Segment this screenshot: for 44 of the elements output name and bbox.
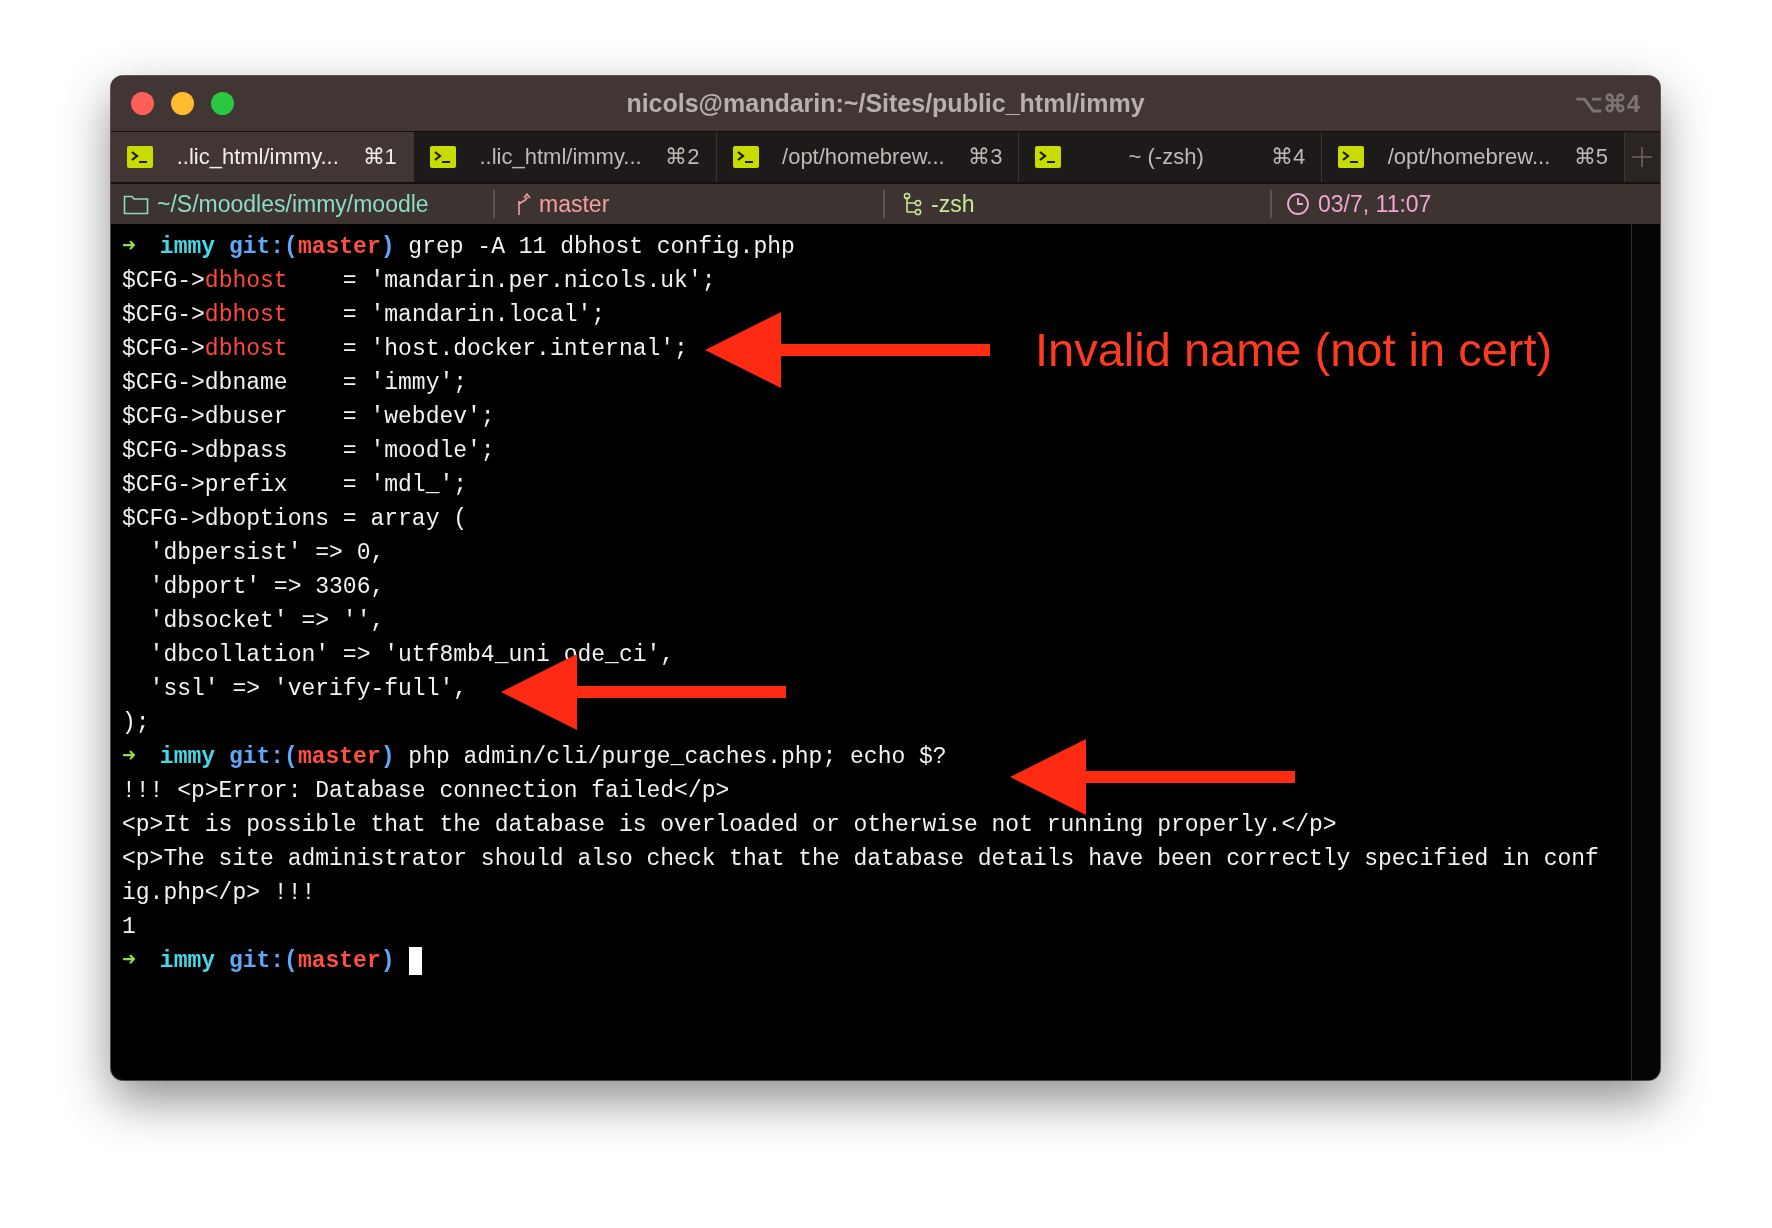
terminal-line: );	[122, 709, 150, 738]
plus-icon	[1631, 146, 1654, 168]
status-text: 03/7, 11:07	[1318, 190, 1432, 218]
clock-icon	[1286, 192, 1310, 216]
status-text: ~/S/moodles/immy/moodle	[157, 190, 429, 218]
window-title: nicols@mandarin:~/Sites/public_html/immy	[626, 89, 1145, 118]
terminal-icon	[1338, 146, 1365, 168]
terminal-line: <p>It is possible that the database is overloaded or otherwise not running properly.</p>	[122, 811, 1337, 840]
terminal-line: $CFG->dbhost = 'host.docker.internal';	[122, 335, 688, 364]
annotation-text: Invalid name (not in cert)	[1035, 322, 1553, 377]
terminal-line: 'ssl' => 'verify-full',	[148, 675, 468, 704]
folder-icon	[123, 193, 149, 215]
terminal-line: ➜ immy git:(master)	[122, 944, 422, 978]
terminal-icon	[127, 146, 153, 168]
terminal-line: $CFG->prefix = 'mdl_';	[122, 471, 468, 500]
terminal-icon	[1035, 146, 1062, 168]
terminal-icon	[429, 146, 456, 168]
terminal-line: 'dbpersist' => 0,	[148, 539, 385, 568]
close-button[interactable]	[131, 92, 154, 115]
terminal-line: !!! <p>Error: Database connection failed</p>	[122, 777, 730, 806]
status-text: master	[539, 190, 610, 218]
terminal-line: $CFG->dboptions = array (	[122, 505, 468, 534]
tab[interactable]: ..lic_html/immy... ⌘1	[111, 132, 414, 182]
terminal-line: ig.php</p> !!!	[122, 879, 316, 908]
terminal-line: $CFG->dbpass = 'moodle';	[122, 437, 495, 466]
branch-icon	[515, 192, 531, 216]
terminal-line: 'dbport' => 3306,	[148, 573, 385, 602]
terminal-line: 'dbsocket' => '',	[148, 607, 385, 636]
terminal-line: $CFG->dbuser = 'webdev';	[122, 403, 495, 432]
status-text: -zsh	[931, 190, 975, 218]
zoom-button[interactable]	[211, 92, 234, 115]
terminal-icon	[732, 146, 759, 168]
window-shortcut: ⌥⌘4	[1574, 89, 1640, 118]
terminal-line: $CFG->dbname = 'immy';	[122, 369, 468, 398]
terminal-line: $CFG->dbhost = 'mandarin.per.nicols.uk';	[122, 267, 716, 296]
terminal-line: $CFG->dbhost = 'mandarin.local';	[122, 301, 606, 330]
terminal-line: <p>The site administrator should also check that the database details have been correctly specified in conf	[122, 845, 1599, 874]
tree-icon	[903, 192, 923, 216]
terminal-line: 1	[122, 913, 136, 942]
minimize-button[interactable]	[171, 92, 194, 115]
new-tab-button[interactable]	[1625, 132, 1660, 182]
scrollbar[interactable]	[1631, 224, 1660, 1080]
terminal-line: ➜ immy git:(master) php admin/cli/purge_caches.php; echo $?	[122, 743, 947, 772]
terminal-line: ➜ immy git:(master) grep -A 11 dbhost config.php	[122, 233, 795, 262]
